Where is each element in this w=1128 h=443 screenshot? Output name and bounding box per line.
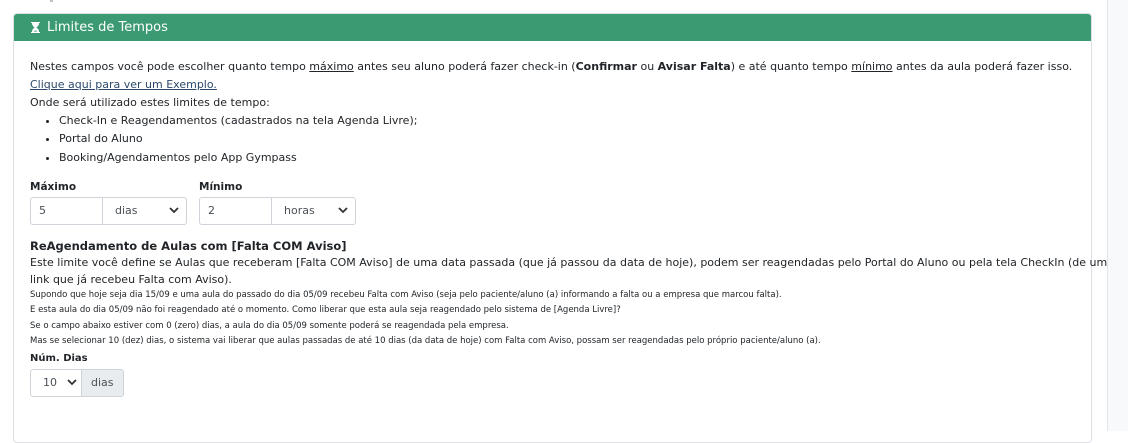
minimo-unit-select[interactable]: horas — [272, 196, 356, 225]
note-line: Mas se selecionar 10 (dez) dias, o siste… — [30, 336, 821, 347]
list-item: Booking/Agendamentos pelo App Gympass — [59, 149, 1075, 167]
chevron-down-icon — [169, 207, 179, 214]
maximo-unit-select[interactable]: dias — [103, 196, 187, 225]
note-line: Supondo que hoje seja dia 15/09 e uma au… — [30, 289, 782, 300]
list-item: Check-In e Reagendamentos (cadastrados n… — [59, 112, 1075, 130]
reagendamento-title: ReAgendamento de Aulas com [Falta COM Av… — [30, 238, 347, 253]
maximo-group: Máximo dias — [30, 181, 187, 225]
reagendamento-notes: Supondo que hoje seja dia 15/09 e uma au… — [30, 288, 1075, 350]
num-dias-select[interactable]: 10 — [30, 368, 82, 397]
top-marker — [50, 0, 53, 2]
maximo-label: Máximo — [30, 180, 77, 193]
note-line: E esta aula do dia 05/09 não foi reagend… — [30, 305, 621, 316]
reagendamento-desc: Este limite você define se Aulas que rec… — [30, 255, 1108, 286]
maximo-input[interactable] — [30, 196, 103, 225]
num-dias-label: Núm. Dias — [30, 352, 88, 364]
list-item: Portal do Aluno — [59, 130, 1075, 148]
time-limits-card: Limites de Tempos Nestes campos você pod… — [13, 13, 1108, 443]
card-header: Limites de Tempos — [14, 14, 1091, 41]
chevron-down-icon — [67, 379, 77, 386]
note-line: Se o campo abaixo estiver com 0 (zero) d… — [30, 320, 509, 331]
minimo-group: Mínimo horas — [199, 181, 356, 225]
page-scrollbar[interactable] — [1107, 0, 1128, 431]
minimo-label: Mínimo — [199, 180, 243, 193]
card-title: Limites de Tempos — [47, 20, 168, 35]
usage-list: Check-In e Reagendamentos (cadastrados n… — [30, 112, 1075, 167]
intro-text: Nestes campos você pode escolher quanto … — [30, 60, 1073, 73]
example-link[interactable]: Clique aqui para ver um Exemplo. — [30, 78, 217, 91]
minimo-input[interactable] — [199, 196, 272, 225]
chevron-down-icon — [338, 207, 348, 214]
hourglass-icon — [31, 22, 40, 33]
num-dias-unit: dias — [82, 368, 124, 397]
usage-title: Onde será utilizado estes limites de tem… — [30, 96, 270, 109]
